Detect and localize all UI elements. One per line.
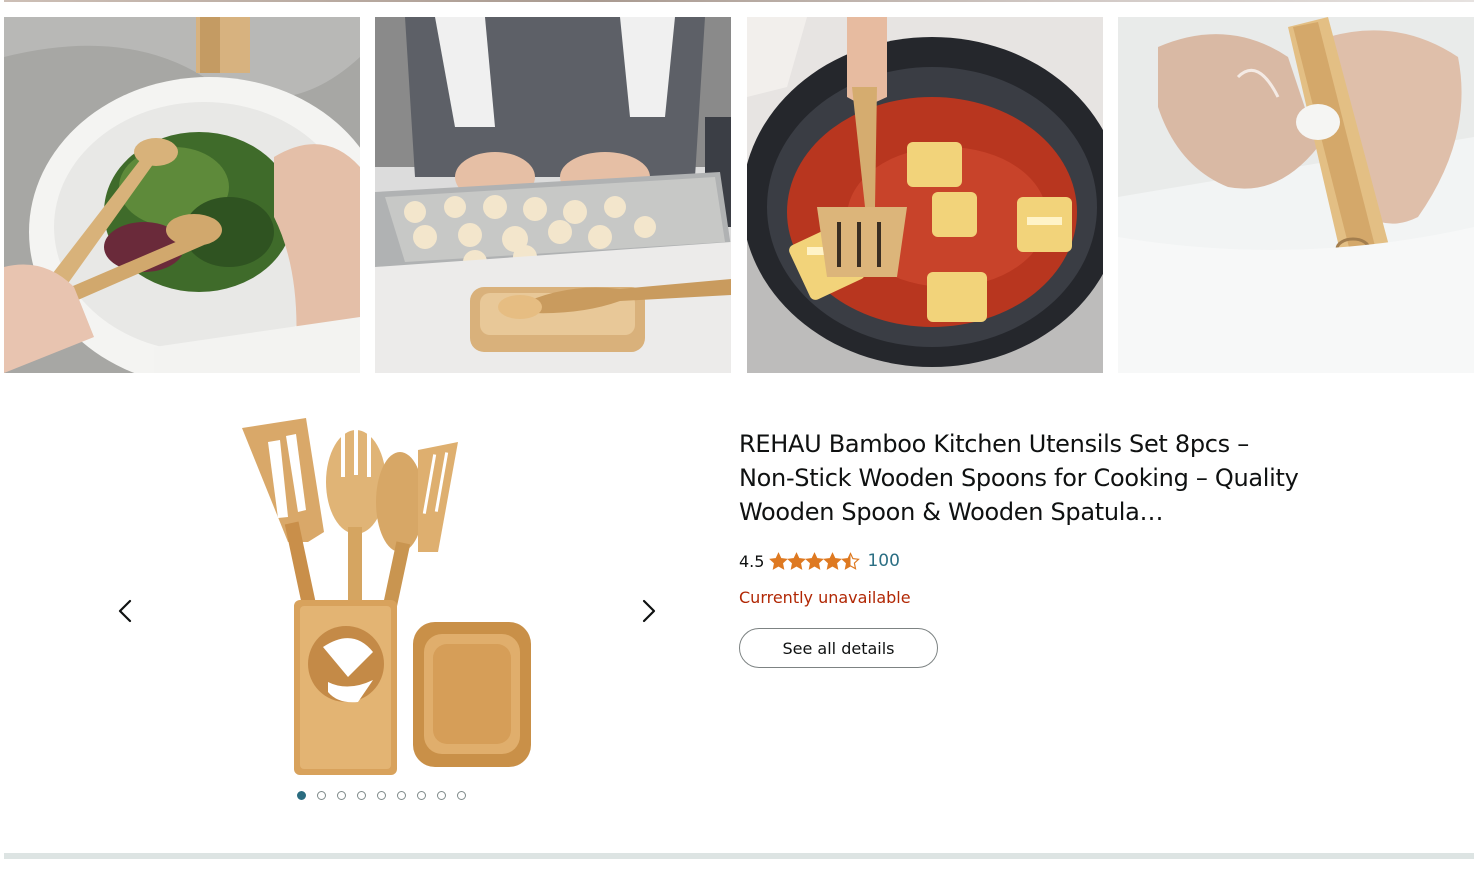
rating-value: 4.5 [739, 551, 765, 571]
carousel-dot[interactable] [337, 791, 346, 800]
star-icon [787, 551, 807, 570]
carousel-dot[interactable] [357, 791, 366, 800]
ravioli-pan-photo [747, 17, 1103, 373]
cookie-dough-photo [375, 17, 731, 373]
top-divider [4, 0, 1474, 2]
carousel-dot[interactable] [417, 791, 426, 800]
star-icon [823, 551, 843, 570]
rating-row: 4.5 100 [739, 549, 900, 573]
chevron-right-icon [642, 599, 656, 623]
star-icon [841, 551, 861, 570]
utensil-set-icon [228, 412, 542, 782]
washing-spatula-photo [1118, 17, 1474, 373]
availability-status: Currently unavailable [739, 588, 911, 607]
product-title[interactable]: REHAU Bamboo Kitchen Utensils Set 8pcs –… [739, 427, 1299, 529]
gallery-image-salad[interactable] [4, 17, 360, 373]
product-main-image[interactable] [228, 412, 542, 782]
carousel-dot[interactable] [377, 791, 386, 800]
star-rating[interactable] [769, 551, 861, 571]
carousel-dot[interactable] [297, 791, 306, 800]
carousel-dot[interactable] [397, 791, 406, 800]
star-icon [805, 551, 825, 570]
carousel-dots [297, 791, 477, 805]
bottom-divider [4, 853, 1474, 859]
star-icon [769, 551, 789, 570]
gallery-image-dough[interactable] [375, 17, 731, 373]
salad-bowl-photo [4, 17, 360, 373]
carousel-dot[interactable] [457, 791, 466, 800]
carousel-prev-button[interactable] [110, 594, 140, 628]
carousel-dot[interactable] [317, 791, 326, 800]
gallery-image-ravioli[interactable] [747, 17, 1103, 373]
gallery-image-washing[interactable] [1118, 17, 1474, 373]
see-all-details-button[interactable]: See all details [739, 628, 938, 668]
carousel-next-button[interactable] [634, 594, 664, 628]
carousel-dot[interactable] [437, 791, 446, 800]
review-count-link[interactable]: 100 [867, 551, 899, 571]
chevron-left-icon [118, 599, 132, 623]
